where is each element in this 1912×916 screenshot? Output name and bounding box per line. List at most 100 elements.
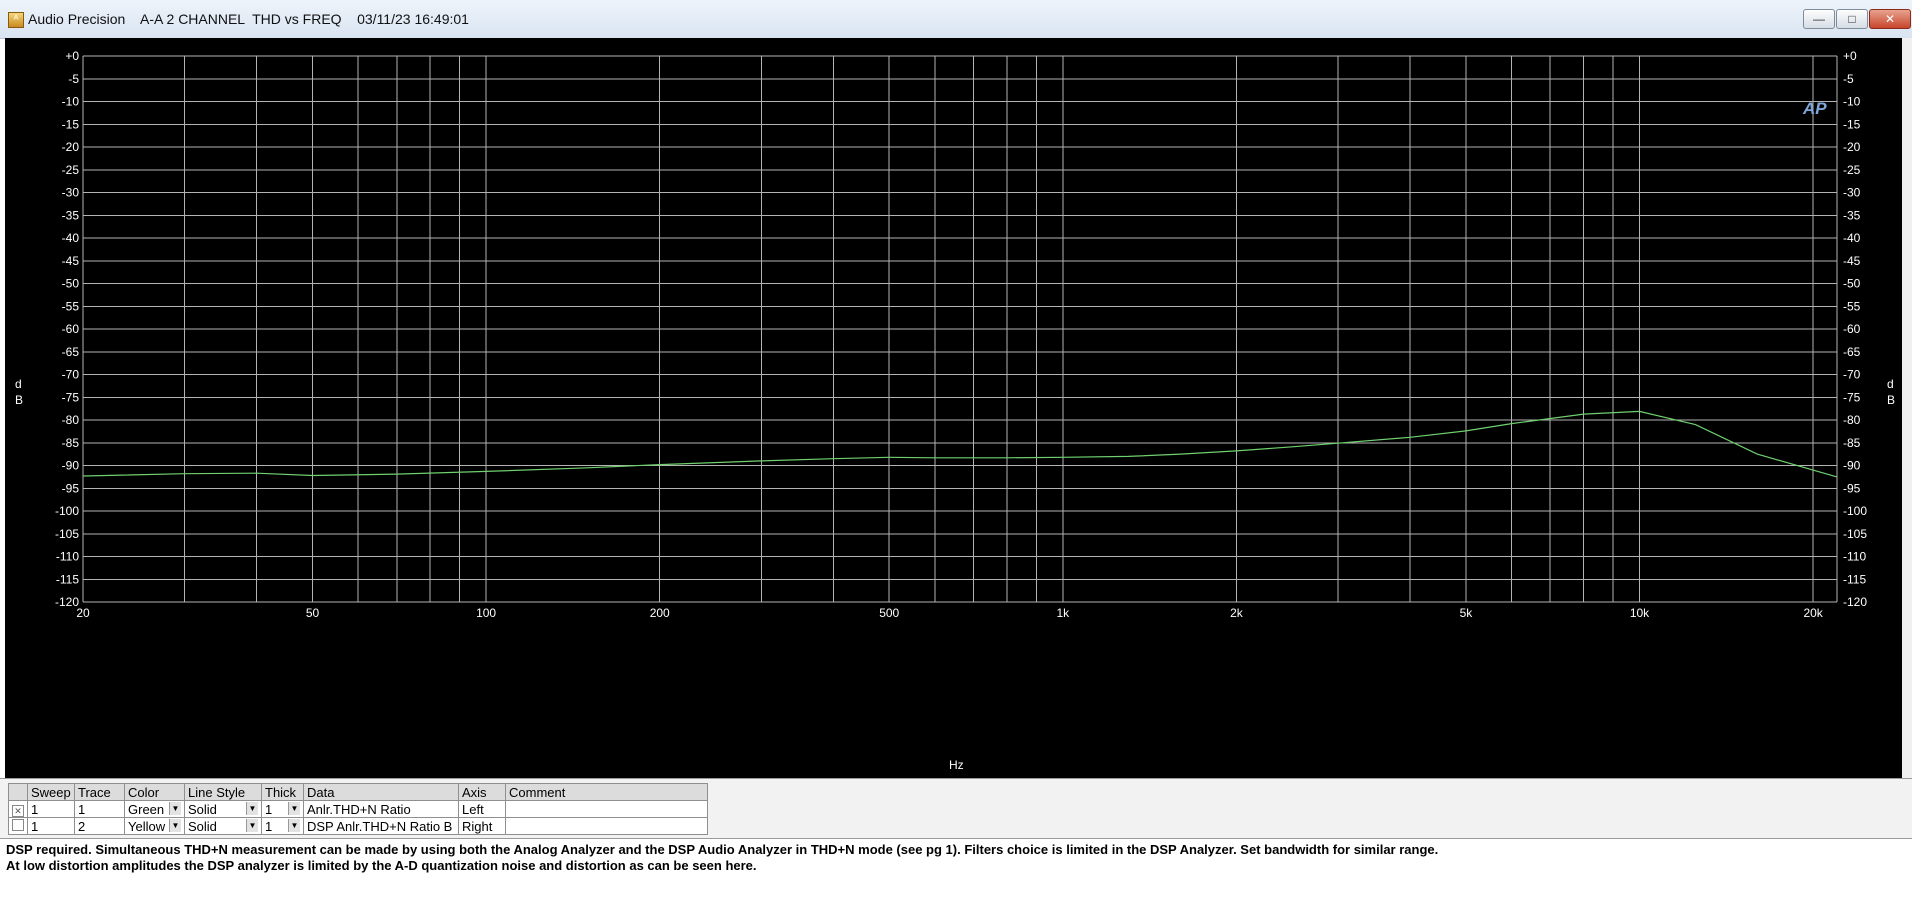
y-tick-label-right: -60 — [1843, 322, 1861, 336]
cell-color[interactable]: Yellow ▼ — [124, 817, 185, 835]
y-tick-label-left: -40 — [62, 231, 80, 245]
window-title: Audio Precision A-A 2 CHANNEL THD vs FRE… — [28, 11, 469, 27]
y-tick-label-right: -115 — [1843, 572, 1866, 586]
chevron-down-icon[interactable]: ▼ — [246, 818, 258, 832]
cell-thick[interactable]: 1 ▼ — [261, 817, 304, 835]
y-tick-label-right: -120 — [1843, 595, 1867, 609]
y-tick-label-right: -55 — [1843, 299, 1861, 313]
y-tick-label-right: -70 — [1843, 368, 1861, 382]
cell-trace[interactable]: 1 — [74, 800, 125, 818]
x-tick-label: 2k — [1230, 606, 1244, 620]
table-header-data[interactable]: Data — [303, 783, 459, 801]
table-header-axis[interactable]: Axis — [458, 783, 506, 801]
tick-labels: +0 +0 -5 -5 -10 -10 -15 -15 -20 -20 -25 -25 -30 -30 -3… — [55, 49, 1867, 620]
chevron-down-icon[interactable]: ▼ — [288, 818, 300, 832]
chevron-down-icon[interactable]: ▼ — [288, 801, 300, 815]
row-checkbox[interactable] — [8, 817, 28, 835]
cell-color[interactable]: Green ▼ — [124, 800, 185, 818]
table-row[interactable]: 1 2 Yellow ▼ Solid ▼ 1 ▼ DSP Anlr.THD+N Rat… — [8, 817, 708, 835]
thd-vs-freq-chart: +0 +0 -5 -5 -10 -10 -15 -15 -20 -20 -25 -25 -30 -30 -3… — [15, 49, 1895, 772]
x-tick-label: 100 — [476, 606, 496, 620]
table-header-comment[interactable]: Comment — [505, 783, 708, 801]
cell-sweep[interactable]: 1 — [27, 800, 75, 818]
y-tick-label-right: -30 — [1843, 186, 1861, 200]
note-line-2: At low distortion amplitudes the DSP ana… — [6, 858, 757, 873]
table-row[interactable]: ✕ 1 1 Green ▼ Solid ▼ 1 ▼ Anlr.THD+N Ratio … — [8, 800, 708, 818]
y-tick-label-left: +0 — [65, 49, 79, 63]
y-tick-label-left: -15 — [62, 117, 80, 131]
y-tick-label-left: -20 — [62, 140, 80, 154]
thick-value: 1 — [265, 818, 273, 834]
y-tick-label-left: -70 — [62, 368, 80, 382]
y-tick-label-left: -100 — [55, 504, 79, 518]
y-tick-label-right: -95 — [1843, 481, 1861, 495]
y-tick-label-right: -25 — [1843, 163, 1861, 177]
x-tick-label: 20 — [76, 606, 90, 620]
chevron-down-icon[interactable]: ▼ — [169, 818, 181, 832]
y-tick-label-left: -50 — [62, 277, 80, 291]
y-tick-label-right: -80 — [1843, 413, 1861, 427]
x-tick-label: 50 — [306, 606, 320, 620]
x-tick-label: 20k — [1803, 606, 1823, 620]
table-header-thick[interactable]: Thick — [261, 783, 304, 801]
row-select-checkbox[interactable]: ✕ — [12, 804, 24, 817]
table-header-line-style[interactable]: Line Style — [184, 783, 262, 801]
cell-trace[interactable]: 2 — [74, 817, 125, 835]
y-tick-label-left: -25 — [62, 163, 80, 177]
cell-data[interactable]: DSP Anlr.THD+N Ratio B — [303, 817, 459, 835]
x-tick-label: 200 — [650, 606, 670, 620]
y-tick-label-left: -35 — [62, 208, 80, 222]
y-tick-label-left: -115 — [56, 572, 79, 586]
y-tick-label-left: -45 — [62, 254, 80, 268]
y-tick-label-left: -95 — [62, 481, 80, 495]
minimize-button[interactable]: — — [1803, 9, 1835, 29]
table-header-row: Sweep Trace Color Line Style Thick Data … — [8, 783, 708, 801]
right-scroll-strip — [1902, 38, 1912, 778]
y-tick-label-right: -110 — [1843, 550, 1866, 564]
y-tick-label-right: -105 — [1843, 527, 1867, 541]
table-header-trace[interactable]: Trace — [74, 783, 125, 801]
cell-axis[interactable]: Right — [458, 817, 506, 835]
y-tick-label-right: -85 — [1843, 436, 1861, 450]
chevron-down-icon[interactable]: ▼ — [246, 801, 258, 815]
chevron-down-icon[interactable]: ▼ — [169, 801, 181, 815]
notes-text-area[interactable]: DSP required. Simultaneous THD+N measure… — [0, 838, 1912, 916]
y-tick-label-left: -75 — [62, 390, 80, 404]
table-header-color[interactable]: Color — [124, 783, 185, 801]
row-select-checkbox[interactable] — [12, 818, 24, 831]
right-unit-b: B — [1887, 393, 1895, 407]
cell-comment[interactable] — [505, 817, 708, 835]
y-tick-label-right: -75 — [1843, 390, 1861, 404]
y-tick-label-left: -10 — [62, 95, 80, 109]
app-icon[interactable]: ᴬ — [8, 12, 24, 28]
y-tick-label-right: -50 — [1843, 277, 1861, 291]
left-unit-b: B — [15, 393, 23, 407]
x-tick-label: 10k — [1630, 606, 1650, 620]
cell-data[interactable]: Anlr.THD+N Ratio — [303, 800, 459, 818]
trace-table: Sweep Trace Color Line Style Thick Data … — [8, 783, 708, 835]
x-tick-label: 1k — [1056, 606, 1070, 620]
line-style-value: Solid — [188, 818, 217, 834]
close-button[interactable]: ✕ — [1869, 9, 1911, 29]
row-checkbox[interactable]: ✕ — [8, 800, 28, 818]
y-tick-label-right: -100 — [1843, 504, 1867, 518]
trace-table-panel: Sweep Trace Color Line Style Thick Data … — [0, 778, 1912, 839]
maximize-button[interactable]: □ — [1836, 9, 1868, 29]
right-unit-d: d — [1887, 377, 1894, 391]
y-tick-label-right: -40 — [1843, 231, 1861, 245]
y-tick-label-left: -55 — [62, 299, 80, 313]
y-tick-label-left: -65 — [62, 345, 80, 359]
title-bar: ᴬ Audio Precision A-A 2 CHANNEL THD vs F… — [0, 0, 1912, 39]
y-tick-label-right: -5 — [1843, 72, 1854, 86]
cell-sweep[interactable]: 1 — [27, 817, 75, 835]
y-tick-label-left: -85 — [62, 436, 80, 450]
thick-value: 1 — [265, 801, 273, 817]
cell-axis[interactable]: Left — [458, 800, 506, 818]
table-header-sweep[interactable]: Sweep — [27, 783, 75, 801]
y-tick-label-left: -90 — [62, 459, 80, 473]
y-tick-label-left: -80 — [62, 413, 80, 427]
cell-comment[interactable] — [505, 800, 708, 818]
cell-line-style[interactable]: Solid ▼ — [184, 800, 262, 818]
cell-line-style[interactable]: Solid ▼ — [184, 817, 262, 835]
cell-thick[interactable]: 1 ▼ — [261, 800, 304, 818]
